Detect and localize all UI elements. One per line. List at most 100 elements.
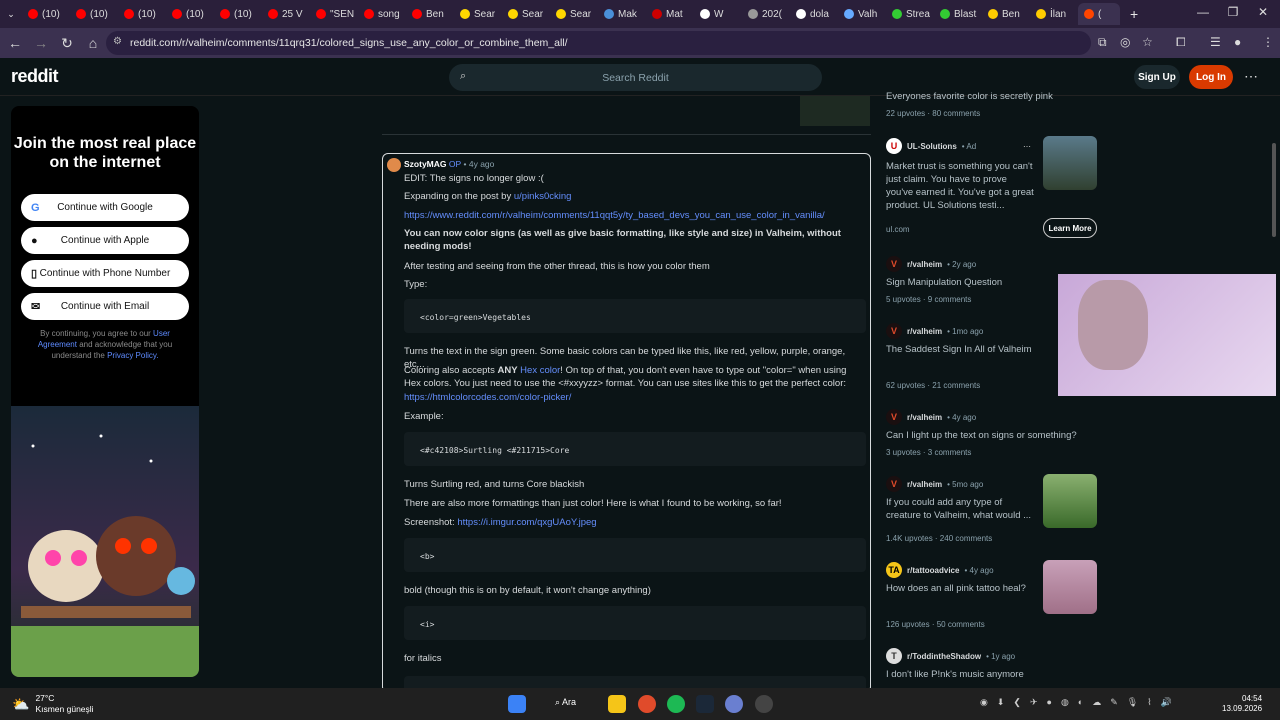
sign-up-button[interactable]: Sign Up: [1134, 65, 1180, 89]
home-icon[interactable]: ⌂: [80, 35, 106, 51]
color-picker-link[interactable]: https://htmlcolorcodes.com/color-picker/: [404, 391, 864, 404]
thread-link[interactable]: https://www.reddit.com/r/valheim/comment…: [404, 209, 864, 222]
browser-tab[interactable]: song: [358, 3, 406, 25]
close-window-icon[interactable]: ✕: [1248, 5, 1278, 19]
feed-title[interactable]: Can I light up the text on signs or some…: [886, 429, 1077, 442]
tray-icon[interactable]: ◍: [1061, 697, 1069, 708]
steam-icon[interactable]: [696, 695, 714, 713]
taskbar-search[interactable]: ⌕ Ara: [555, 697, 576, 708]
tray-icon[interactable]: ✎: [1110, 697, 1118, 708]
browser-tab[interactable]: (10): [214, 3, 262, 25]
tab-label: dola: [810, 8, 829, 20]
clock[interactable]: 04:54 13.09.2026: [1222, 694, 1262, 714]
feed-title[interactable]: If you could add any type of creature to…: [886, 496, 1036, 522]
browser-tab[interactable]: Sear: [550, 3, 598, 25]
extensions-icon[interactable]: ⧠: [1176, 35, 1186, 50]
browser-tab[interactable]: (: [1078, 3, 1120, 25]
browser-tab[interactable]: Valh: [838, 3, 886, 25]
user-link[interactable]: u/pinks0cking: [514, 191, 572, 202]
browser-tab[interactable]: Ben: [406, 3, 454, 25]
recording-app-icon[interactable]: [755, 695, 773, 713]
reddit-logo[interactable]: reddit: [11, 66, 59, 87]
site-info-icon[interactable]: ⚙: [113, 36, 122, 47]
browser-tab[interactable]: W: [694, 3, 742, 25]
browser-tab[interactable]: 202(: [742, 3, 790, 25]
browser-tab[interactable]: "SEN: [310, 3, 358, 25]
feed-title[interactable]: I don't like P!nk's music anymore: [886, 668, 1024, 681]
hex-color-link[interactable]: Hex color: [520, 365, 560, 376]
browser-tab[interactable]: Ben: [982, 3, 1030, 25]
forward-icon[interactable]: →: [28, 35, 54, 51]
continue-email-button[interactable]: ✉ Continue with Email: [21, 293, 189, 320]
ad-more-icon[interactable]: ⋯: [1023, 142, 1031, 151]
avatar[interactable]: [387, 158, 401, 172]
url-field[interactable]: ⚙ reddit.com/r/valheim/comments/11qrq31/…: [106, 31, 1091, 55]
mic-icon[interactable]: 🎙: [1127, 697, 1138, 708]
tray-icon[interactable]: ◉: [980, 697, 988, 708]
scrollbar[interactable]: [1272, 143, 1276, 237]
browser-tab[interactable]: (10): [118, 3, 166, 25]
browser-tab[interactable]: Sear: [502, 3, 550, 25]
volume-icon[interactable]: 🔊: [1161, 697, 1172, 708]
log-in-button[interactable]: Log In: [1189, 65, 1233, 89]
back-icon[interactable]: ←: [2, 35, 28, 51]
browser-tab[interactable]: dola: [790, 3, 838, 25]
reading-list-icon[interactable]: ☰: [1210, 35, 1221, 49]
spotify-icon[interactable]: [667, 695, 685, 713]
profile-avatar-icon[interactable]: ●: [1234, 35, 1241, 49]
minimize-icon[interactable]: —: [1188, 5, 1218, 19]
app-icon[interactable]: [725, 695, 743, 713]
browser-tab[interactable]: (10): [70, 3, 118, 25]
browser-tab[interactable]: (10): [22, 3, 70, 25]
feed-title[interactable]: How does an all pink tattoo heal?: [886, 582, 1026, 595]
restore-icon[interactable]: ❐: [1218, 5, 1248, 19]
reload-icon[interactable]: ↻: [54, 35, 80, 52]
feed-title[interactable]: The Saddest Sign In All of Valheim: [886, 343, 1032, 356]
tray-icon[interactable]: ◐: [1078, 697, 1083, 708]
tab-label: (: [1098, 8, 1102, 20]
browser-tab[interactable]: Mak: [598, 3, 646, 25]
tray-icon[interactable]: ●: [1047, 697, 1052, 708]
tab-list-chevron-icon[interactable]: ⌄: [0, 9, 22, 20]
tray-icon[interactable]: ⬇: [997, 697, 1005, 708]
feed-thumbnail[interactable]: [1043, 474, 1097, 528]
browser-tab[interactable]: Sear: [454, 3, 502, 25]
continue-phone-button[interactable]: ▯ Continue with Phone Number: [21, 260, 189, 287]
continue-google-button[interactable]: G Continue with Google: [21, 194, 189, 221]
continue-apple-button[interactable]: ● Continue with Apple: [21, 227, 189, 254]
tray-icon[interactable]: ❮: [1013, 697, 1021, 708]
ad-name[interactable]: UL-Solutions: [907, 142, 957, 151]
start-icon[interactable]: [508, 695, 526, 713]
author-name[interactable]: SzotyMAG: [404, 159, 447, 169]
tray-icon[interactable]: ☁: [1092, 697, 1101, 708]
ad-text[interactable]: Market trust is something you can't just…: [886, 160, 1036, 212]
feed-title[interactable]: Everyones favorite color is secretly pin…: [886, 90, 1053, 103]
search-input[interactable]: ⌕ Search Reddit: [449, 64, 822, 91]
feed-stats: 126 upvotes · 50 comments: [886, 620, 985, 629]
browser-tab[interactable]: Blast: [934, 3, 982, 25]
browser-tab[interactable]: Strea: [886, 3, 934, 25]
privacy-policy-link[interactable]: Privacy Policy.: [107, 351, 158, 360]
eye-off-icon[interactable]: ◎: [1120, 35, 1130, 49]
tray-icon[interactable]: ✈: [1030, 697, 1038, 708]
ad-thumbnail[interactable]: [1043, 136, 1097, 190]
browser-tab[interactable]: (10): [166, 3, 214, 25]
feed-thumbnail[interactable]: [1043, 560, 1097, 614]
browser-tab[interactable]: 25 V: [262, 3, 310, 25]
browser-tab[interactable]: Mat: [646, 3, 694, 25]
after-testing-text: After testing and seeing from the other …: [404, 261, 710, 272]
more-options-icon[interactable]: ⋯: [1244, 68, 1258, 85]
tab-label: Mat: [666, 8, 683, 20]
bookmark-star-icon[interactable]: ☆: [1142, 35, 1153, 49]
new-tab-button[interactable]: +: [1130, 6, 1138, 22]
chrome-icon[interactable]: [638, 695, 656, 713]
browser-tab[interactable]: İlan: [1030, 3, 1078, 25]
weather-widget[interactable]: ⛅ 27°C Kısmen güneşli: [12, 693, 94, 715]
file-explorer-icon[interactable]: [608, 695, 626, 713]
browser-menu-icon[interactable]: ⋮: [1262, 35, 1274, 49]
network-icon[interactable]: ⌇: [1147, 697, 1151, 708]
feed-title[interactable]: Sign Manipulation Question: [886, 276, 1002, 289]
learn-more-button[interactable]: Learn More: [1043, 218, 1097, 238]
install-app-icon[interactable]: ⧉: [1098, 35, 1107, 50]
imgur-link[interactable]: https://i.imgur.com/qxgUAoY.jpeg: [457, 517, 596, 528]
